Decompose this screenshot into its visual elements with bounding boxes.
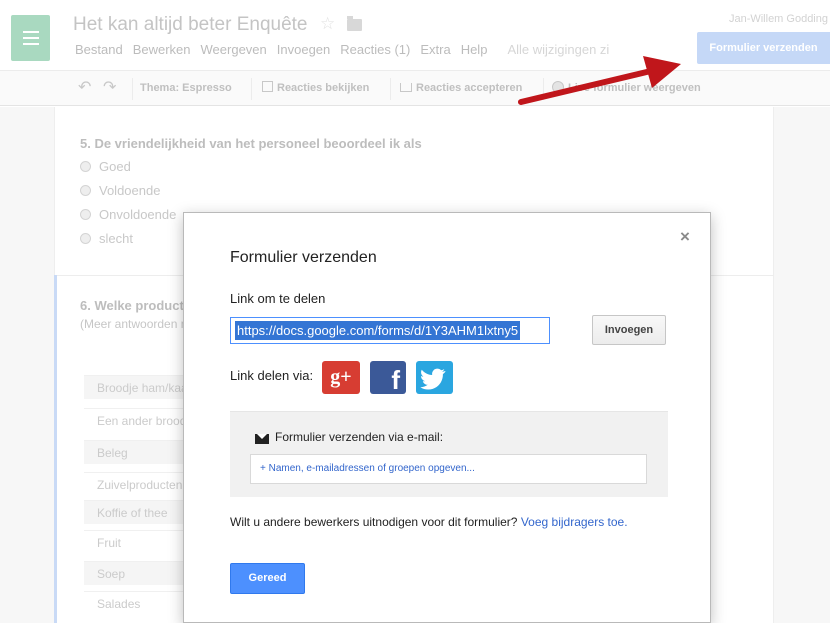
- table-icon: [262, 81, 273, 92]
- toolbar: ↶ ↷ Thema: Espresso Reacties bekijken Re…: [0, 70, 830, 106]
- accept-responses-button[interactable]: Reacties accepteren: [400, 71, 522, 106]
- dialog-title: Formulier verzenden: [230, 249, 377, 266]
- done-button[interactable]: Gereed: [230, 563, 305, 594]
- view-responses-button[interactable]: Reacties bekijken: [262, 71, 369, 106]
- app-header: Het kan altijd beter Enquête ☆ Bestand B…: [0, 0, 830, 68]
- grid-row: Salades: [84, 591, 184, 615]
- view-live-form-label: Live formulier weergeven: [568, 82, 701, 94]
- invite-editors-text: Wilt u andere bewerkers uitnodigen voor …: [230, 515, 670, 530]
- menu-edit[interactable]: Bewerken: [133, 42, 191, 57]
- menu-view[interactable]: Weergeven: [201, 42, 267, 57]
- option-label: Goed: [99, 159, 131, 174]
- twitter-icon[interactable]: [416, 361, 453, 394]
- grid-row: Beleg: [84, 440, 184, 464]
- accept-responses-label: Reacties accepteren: [416, 82, 523, 94]
- toolbar-divider: [251, 78, 252, 100]
- grid-row: Soep: [84, 561, 184, 585]
- menu-tools[interactable]: Extra: [420, 42, 450, 57]
- user-name[interactable]: Jan-Willem Godding: [729, 13, 828, 25]
- forms-logo-icon[interactable]: [11, 15, 50, 61]
- grid-row: Broodje ham/kaas: [84, 375, 184, 399]
- option-label: Onvoldoende: [99, 207, 177, 222]
- google-plus-icon[interactable]: g+: [322, 361, 360, 394]
- share-link-input[interactable]: https://docs.google.com/forms/d/1Y3AHM1l…: [230, 317, 550, 344]
- send-form-button[interactable]: Formulier verzenden: [697, 32, 830, 64]
- grid-row: Fruit: [84, 530, 184, 554]
- question-5-title[interactable]: 5. De vriendelijkheid van het personeel …: [80, 136, 422, 151]
- email-section: Formulier verzenden via e-mail: + Namen,…: [230, 411, 668, 497]
- radio-icon: [80, 161, 91, 172]
- radio-icon: [80, 185, 91, 196]
- option-label: Voldoende: [99, 183, 161, 198]
- recipients-input[interactable]: + Namen, e-mailadressen of groepen opgev…: [250, 454, 647, 484]
- share-link-label: Link om te delen: [230, 291, 326, 306]
- radio-option[interactable]: slecht: [80, 231, 133, 246]
- send-form-dialog: × Formulier verzenden Link om te delen h…: [183, 212, 711, 623]
- menu-help[interactable]: Help: [461, 42, 488, 57]
- email-section-label: Formulier verzenden via e-mail:: [275, 430, 444, 444]
- view-live-form-button[interactable]: Live formulier weergeven: [552, 71, 701, 106]
- invite-question: Wilt u andere bewerkers uitnodigen voor …: [230, 515, 518, 529]
- close-icon[interactable]: ×: [680, 227, 690, 247]
- add-collaborators-link[interactable]: Voeg bijdragers toe.: [521, 515, 628, 529]
- globe-icon: [552, 81, 564, 93]
- share-via-label: Link delen via:: [230, 368, 314, 383]
- mail-icon: [255, 434, 269, 444]
- selected-question-indicator: [54, 275, 57, 623]
- inbox-icon: [400, 83, 412, 92]
- share-link-value: https://docs.google.com/forms/d/1Y3AHM1l…: [235, 321, 521, 340]
- radio-option[interactable]: Voldoende: [80, 183, 160, 198]
- star-icon[interactable]: ☆: [320, 14, 335, 34]
- toolbar-divider: [132, 78, 133, 100]
- facebook-icon[interactable]: f: [370, 361, 406, 395]
- redo-icon[interactable]: ↷: [103, 71, 116, 106]
- forms-editor: Het kan altijd beter Enquête ☆ Bestand B…: [0, 0, 830, 623]
- radio-option[interactable]: Goed: [80, 159, 131, 174]
- radio-option[interactable]: Onvoldoende: [80, 207, 176, 222]
- menu-insert[interactable]: Invoegen: [277, 42, 331, 57]
- view-responses-label: Reacties bekijken: [277, 82, 370, 94]
- folder-icon[interactable]: [347, 16, 362, 31]
- grid-row: Koffie of thee: [84, 500, 184, 524]
- radio-icon: [80, 233, 91, 244]
- option-label: slecht: [99, 231, 133, 246]
- toolbar-divider: [390, 78, 391, 100]
- menu-bar: Bestand Bewerken Weergeven Invoegen Reac…: [75, 42, 619, 57]
- grid-row: Zuivelproducten: [84, 472, 184, 496]
- question-6-title[interactable]: 6. Welke producten: [80, 298, 199, 313]
- embed-button[interactable]: Invoegen: [592, 315, 666, 345]
- undo-icon[interactable]: ↶: [78, 71, 91, 106]
- grid-row: Een ander broodje: [84, 408, 184, 432]
- document-title[interactable]: Het kan altijd beter Enquête: [73, 14, 308, 36]
- toolbar-divider: [543, 78, 544, 100]
- menu-file[interactable]: Bestand: [75, 42, 123, 57]
- save-status: Alle wijzigingen zi: [507, 42, 610, 57]
- radio-icon: [80, 209, 91, 220]
- menu-responses[interactable]: Reacties (1): [340, 42, 410, 57]
- theme-button[interactable]: Thema: Espresso: [140, 71, 232, 106]
